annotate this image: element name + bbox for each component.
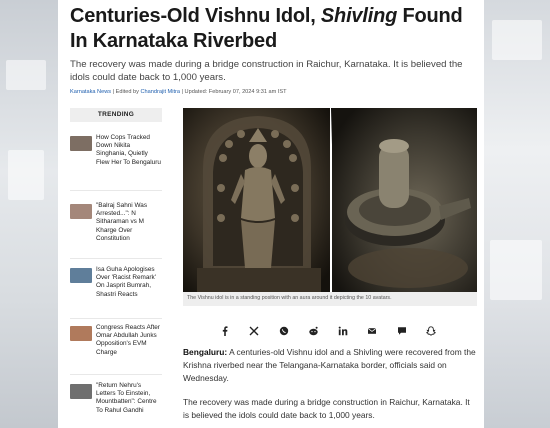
article-body-paragraph-1: Bengaluru: A centuries-old Vishnu idol a… xyxy=(183,346,477,384)
comment-icon[interactable] xyxy=(395,324,409,338)
reddit-icon[interactable] xyxy=(306,324,320,338)
dateline: Bengaluru: xyxy=(183,347,228,357)
snapchat-icon[interactable] xyxy=(424,324,438,338)
blurred-shape xyxy=(6,60,46,90)
trending-item[interactable]: Congress Reacts After Omar Abdullah Junk… xyxy=(70,324,162,374)
article-page: Centuries-Old Vishnu Idol, Shivling Foun… xyxy=(58,0,484,428)
trending-thumbnail xyxy=(70,326,92,341)
source-link[interactable]: Karnataka News xyxy=(70,89,111,95)
paragraph-text: A centuries-old Vishnu idol and a Shivli… xyxy=(183,347,476,383)
trending-thumbnail xyxy=(70,384,92,399)
divider xyxy=(70,374,162,375)
idol-photo-illustration xyxy=(183,108,477,292)
share-bar xyxy=(218,324,438,338)
trending-item-text[interactable]: How Cops Tracked Down Nikita Singhania, … xyxy=(96,134,162,167)
trending-thumbnail xyxy=(70,136,92,151)
blurred-shape xyxy=(8,150,44,200)
divider xyxy=(70,318,162,319)
headline-italic: Shivling xyxy=(320,5,398,27)
editor-link[interactable]: Chandrajit Mitra xyxy=(141,89,180,95)
trending-sidebar: TRENDING How Cops Tracked Down Nikita Si… xyxy=(70,108,162,414)
trending-item-text[interactable]: Congress Reacts After Omar Abdullah Junk… xyxy=(96,324,162,357)
article-headline: Centuries-Old Vishnu Idol, Shivling Foun… xyxy=(70,4,480,54)
facebook-icon[interactable] xyxy=(218,324,232,338)
trending-heading: TRENDING xyxy=(70,108,162,122)
caption-bar: The Vishnu idol is in a standing positio… xyxy=(183,292,477,306)
article-photo xyxy=(183,108,477,292)
trending-thumbnail xyxy=(70,204,92,219)
article-summary: The recovery was made during a bridge co… xyxy=(70,59,463,83)
edited-prefix: | Edited by xyxy=(111,89,141,95)
trending-item-text[interactable]: "Return Nehru's Letters To Einstein, Mou… xyxy=(96,382,162,415)
linkedin-icon[interactable] xyxy=(336,324,350,338)
image-caption: The Vishnu idol is in a standing positio… xyxy=(187,295,392,301)
whatsapp-icon[interactable] xyxy=(277,324,291,338)
blurred-background-right xyxy=(484,0,550,428)
blurred-shape xyxy=(490,240,542,300)
email-icon[interactable] xyxy=(365,324,379,338)
x-icon[interactable] xyxy=(247,324,261,338)
article-body-paragraph-2: The recovery was made during a bridge co… xyxy=(183,397,470,420)
updated-time: | Updated: February 07, 2024 9:31 am IST xyxy=(179,89,287,95)
headline-part1: Centuries-Old Vishnu Idol, xyxy=(70,5,321,27)
blurred-shape xyxy=(492,20,542,60)
trending-item[interactable]: Isa Guha Apologises Over 'Racist Remark'… xyxy=(70,266,162,316)
divider xyxy=(70,258,162,259)
blurred-background-left xyxy=(0,0,58,428)
trending-item-text[interactable]: "Balraj Sahni Was Arrested...": N Sithar… xyxy=(96,202,162,243)
trending-thumbnail xyxy=(70,268,92,283)
trending-item[interactable]: "Return Nehru's Letters To Einstein, Mou… xyxy=(70,382,162,428)
trending-item[interactable]: "Balraj Sahni Was Arrested...": N Sithar… xyxy=(70,202,162,252)
byline: Karnataka News | Edited by Chandrajit Mi… xyxy=(70,89,287,95)
trending-item[interactable]: How Cops Tracked Down Nikita Singhania, … xyxy=(70,134,162,184)
trending-item-text[interactable]: Isa Guha Apologises Over 'Racist Remark'… xyxy=(96,266,162,299)
divider xyxy=(70,190,162,191)
